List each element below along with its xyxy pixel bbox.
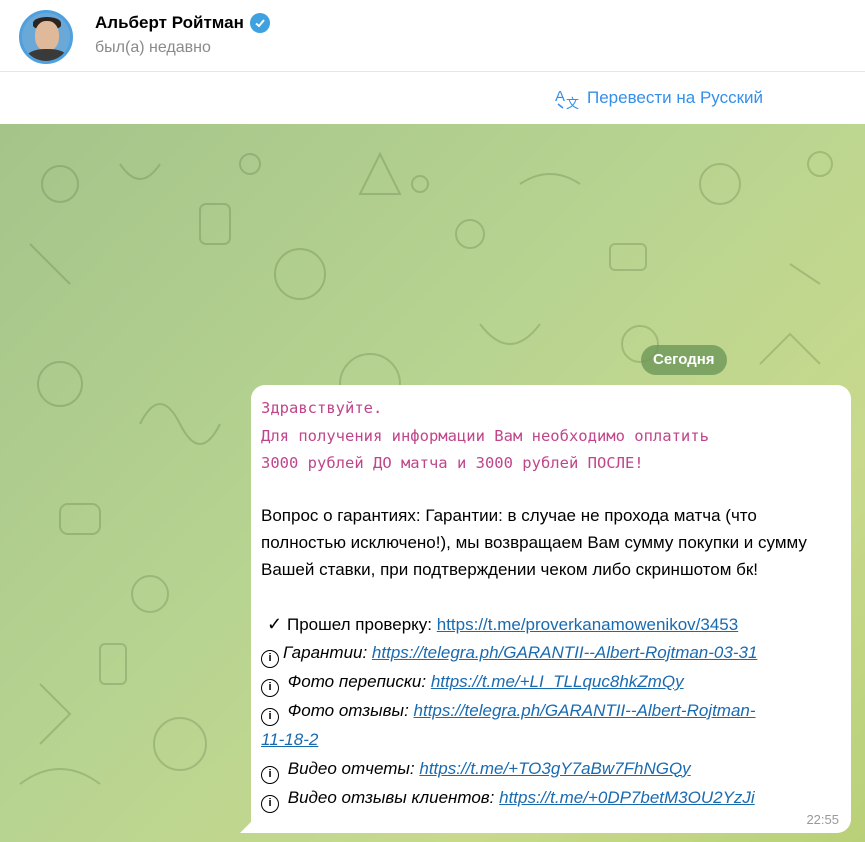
chat-header: Альберт Ройтман был(а) недавно xyxy=(0,0,865,72)
contact-avatar[interactable] xyxy=(19,10,73,64)
mono-line: Здравствуйте. xyxy=(261,399,383,417)
link-line-review-photos: i Фото отзывы: https://telegra.ph/GARANT… xyxy=(261,697,837,726)
avatar-face xyxy=(35,21,59,51)
info-icon: i xyxy=(261,650,279,668)
link-line-chat-photos: i Фото переписки: https://t.me/+LI_TLLqu… xyxy=(261,668,837,697)
contact-name-row[interactable]: Альберт Ройтман xyxy=(95,13,270,33)
translate-label: Перевести на Русский xyxy=(587,88,764,107)
message-time: 22:55 xyxy=(806,812,839,827)
info-icon: i xyxy=(261,679,279,697)
message-links: ✓ Прошел проверку: https://t.me/proverkan… xyxy=(261,610,837,813)
checkmark-icon: ✓ xyxy=(267,613,283,634)
mono-line: Для получения информации Вам необходимо … xyxy=(261,426,709,445)
guarantees-link[interactable]: https://telegra.ph/GARANTII--Albert-Rojt… xyxy=(372,643,757,662)
link-line-review-photos-cont: 11-18-2 xyxy=(261,726,837,755)
date-separator: Сегодня xyxy=(641,345,727,375)
link-line-guarantees: i Гарантии: https://telegra.ph/GARANTII--… xyxy=(261,639,837,668)
link-label: Гарантии: xyxy=(283,643,372,662)
video-reviews-link[interactable]: https://t.me/+0DP7betM3OU2YzJi xyxy=(499,788,755,807)
message-bubble[interactable]: Здравствуйте. Для получения информации Ва… xyxy=(251,385,851,833)
info-icon: i xyxy=(261,794,279,813)
info-icon: i xyxy=(261,765,279,784)
verification-link[interactable]: https://t.me/proverkanamowenikov/3453 xyxy=(437,615,738,634)
translate-bar: A 文 Перевести на Русский xyxy=(0,72,865,124)
contact-status: был(а) недавно xyxy=(95,39,211,56)
contact-name[interactable]: Альберт Ройтман xyxy=(95,13,244,33)
guarantee-text: Вопрос о гарантиях: Гарантии: в случае н… xyxy=(261,505,807,579)
svg-text:A: A xyxy=(555,88,565,105)
chat-area: Сегодня Здравствуйте. Для получения инфор… xyxy=(0,124,865,842)
link-label: Видео отзывы клиентов: xyxy=(287,787,500,807)
review-photos-link-continued[interactable]: 11-18-2 xyxy=(261,730,318,749)
link-line-video-reviews: i Видео отзывы клиентов: https://t.me/+0… xyxy=(261,784,837,813)
translate-button[interactable]: A 文 Перевести на Русский xyxy=(554,86,763,110)
svg-text:文: 文 xyxy=(566,96,579,110)
mono-line: 3000 рублей ДО матча и 3000 рублей ПОСЛЕ… xyxy=(261,454,644,472)
link-line-verification: ✓ Прошел проверку: https://t.me/proverkan… xyxy=(261,610,837,640)
link-label: Видео отчеты: xyxy=(287,758,420,778)
avatar-shirt xyxy=(26,49,68,61)
message-mono-text: Здравствуйте. Для получения информации Ва… xyxy=(261,395,837,478)
translate-icon: A 文 xyxy=(555,88,579,110)
info-icon: i xyxy=(261,708,279,726)
link-label: Фото отзывы: xyxy=(287,701,414,720)
chat-photos-link[interactable]: https://t.me/+LI_TLLquc8hkZmQy xyxy=(431,672,684,691)
link-line-video-reports: i Видео отчеты: https://t.me/+TO3gY7aBw7… xyxy=(261,755,837,784)
review-photos-link[interactable]: https://telegra.ph/GARANTII--Albert-Rojt… xyxy=(414,701,756,720)
link-label: Фото переписки: xyxy=(287,672,431,691)
video-reports-link[interactable]: https://t.me/+TO3gY7aBw7FhNGQy xyxy=(419,759,690,778)
verified-check-icon xyxy=(249,13,270,33)
link-label: Прошел проверку: xyxy=(287,614,437,634)
